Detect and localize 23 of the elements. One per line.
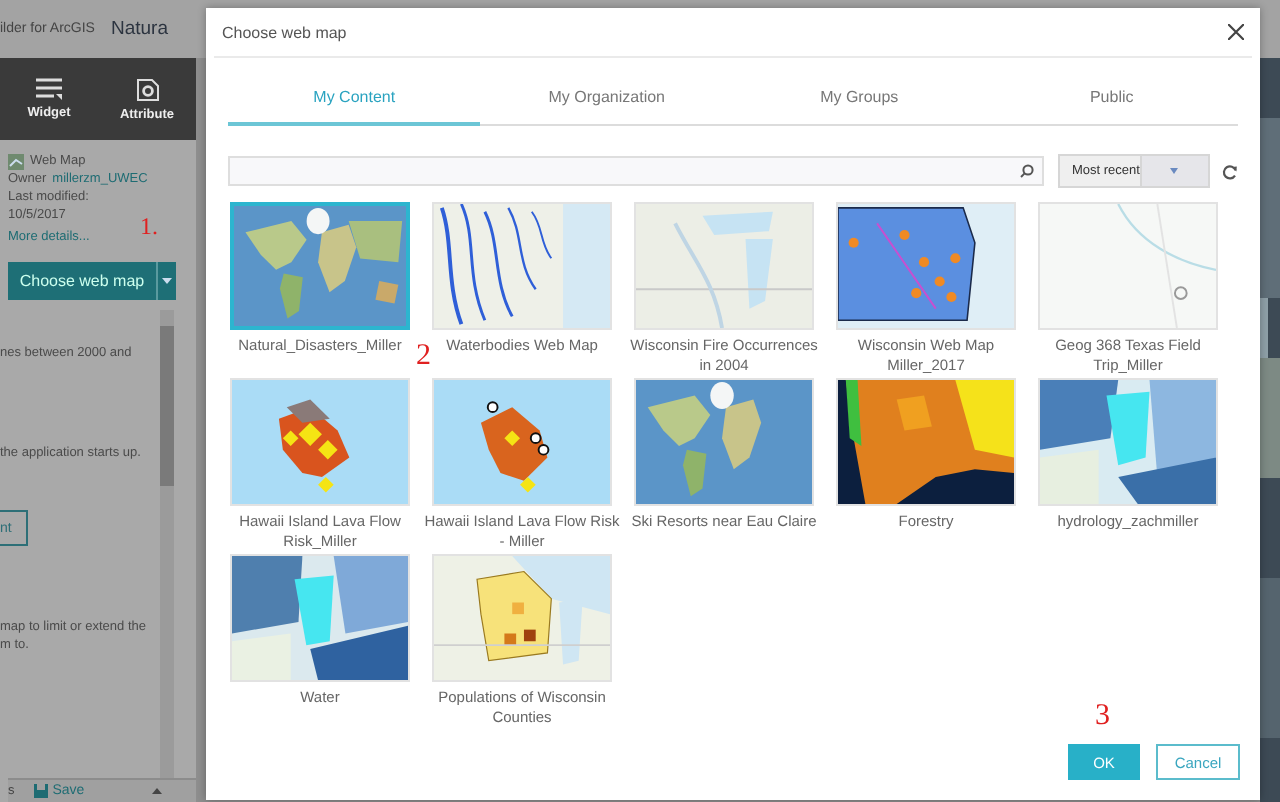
tab[interactable]: Public [985,72,1238,126]
close-icon [1228,24,1244,40]
caret-icon [1170,168,1179,174]
caret-icon [162,278,172,284]
tab[interactable]: My Content [228,72,481,126]
collapse-icon[interactable] [152,788,163,794]
search-icon [1020,164,1034,178]
annotation-mark: 1. [140,212,158,242]
map-name: Natura [110,18,168,40]
tab[interactable]: My Organization [480,72,733,126]
dropdown-button[interactable] [156,262,176,300]
scrollbar[interactable] [160,310,174,778]
close-button[interactable] [1228,24,1244,40]
search-field[interactable] [228,156,1044,186]
map-icon [8,153,24,169]
annotation-mark: 3 [1095,700,1110,734]
widget-icon [36,78,62,100]
annotation-mark: 2 [416,342,431,372]
tab[interactable]: My Groups [733,72,986,126]
dialog-title: Choose web map [222,23,347,41]
refresh-icon[interactable] [1222,163,1238,179]
gear-document-icon [135,77,159,101]
choose-web-map-button[interactable]: Choose web map [8,262,156,300]
